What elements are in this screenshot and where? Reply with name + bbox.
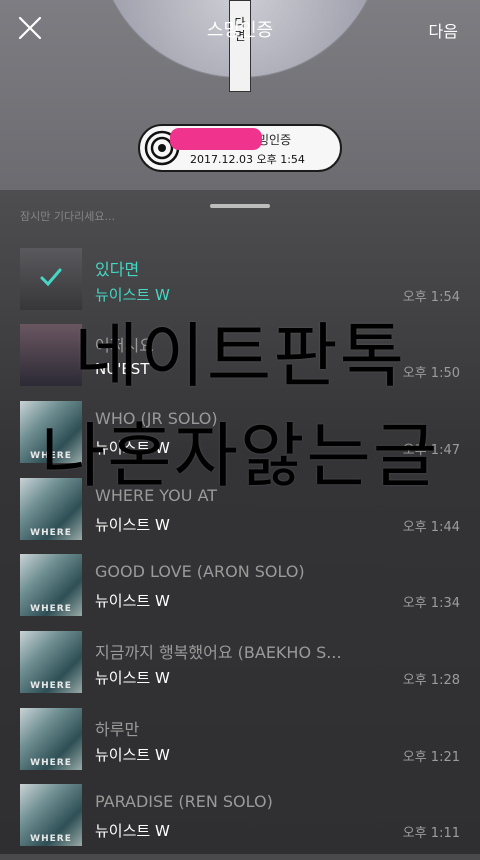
overlay-caption-line-1: 네이트판톡 — [74, 315, 406, 397]
song-row[interactable]: WHERE 지금까지 행복했어요 (BAEKHO S... 뉴이스트 W 오후 1:2… — [0, 631, 480, 707]
album-label: WHERE — [30, 834, 72, 844]
song-artist: 뉴이스트 W — [95, 516, 170, 534]
play-time: 오후 1:28 — [402, 673, 460, 688]
album-thumbnail: WHERE — [20, 784, 82, 846]
album-label: WHERE — [30, 528, 72, 538]
song-title: 있다면 — [95, 260, 140, 279]
album-thumbnail: WHERE — [20, 631, 82, 693]
song-title: 하루만 — [95, 720, 140, 739]
badge-brand-text: 밍인증 — [258, 133, 292, 147]
song-artist: 뉴이스트 W — [95, 822, 170, 840]
next-button[interactable]: 다음 — [429, 18, 458, 42]
redaction-mark — [170, 128, 262, 150]
check-icon — [40, 268, 62, 287]
song-title: GOOD LOVE (ARON SOLO) — [95, 562, 305, 581]
album-label: WHERE — [30, 758, 72, 768]
song-artist: 뉴이스트 W — [95, 746, 170, 764]
album-art-title-strip: 다 면 — [229, 0, 251, 92]
album-art-header: 다 면 스밍인증 다음 밍인증 2017.12.03 오후 1:54 — [0, 0, 480, 190]
song-artist: 뉴이스트 W — [95, 669, 170, 687]
sheet-hint-text: 잠시만 기다리세요... — [20, 210, 115, 223]
sheet-drag-handle[interactable] — [210, 204, 270, 208]
song-row[interactable]: WHERE GOOD LOVE (ARON SOLO) 뉴이스트 W 오후 1:34 — [0, 554, 480, 630]
song-artist: 뉴이스트 W — [95, 592, 170, 610]
play-time: 오후 1:34 — [402, 596, 460, 611]
play-time: 오후 1:21 — [402, 750, 460, 765]
badge-datetime: 2017.12.03 오후 1:54 — [190, 153, 305, 166]
album-thumbnail: WHERE — [20, 554, 82, 616]
play-time: 오후 1:44 — [402, 520, 460, 535]
album-thumbnail: WHERE — [20, 708, 82, 770]
song-title: 지금까지 행복했어요 (BAEKHO S... — [95, 643, 342, 662]
song-sheet: 잠시만 기다리세요... 있다면 뉴이스트 W 오후 1:54 어쩌시요 NU'EST 오… — [0, 190, 480, 854]
song-title: PARADISE (REN SOLO) — [95, 792, 273, 811]
song-row[interactable]: WHERE PARADISE (REN SOLO) 뉴이스트 W 오후 1:11 — [0, 784, 480, 860]
overlay-caption-line-2: 나혼자앓는글 — [40, 415, 440, 497]
play-time: 오후 1:11 — [402, 826, 460, 841]
song-row[interactable]: WHERE 하루만뉴이스트 W 오후 1:21 — [0, 708, 480, 784]
album-label: WHERE — [30, 681, 72, 691]
album-label: WHERE — [30, 604, 72, 614]
page-title: 스밍인증 — [206, 20, 274, 41]
